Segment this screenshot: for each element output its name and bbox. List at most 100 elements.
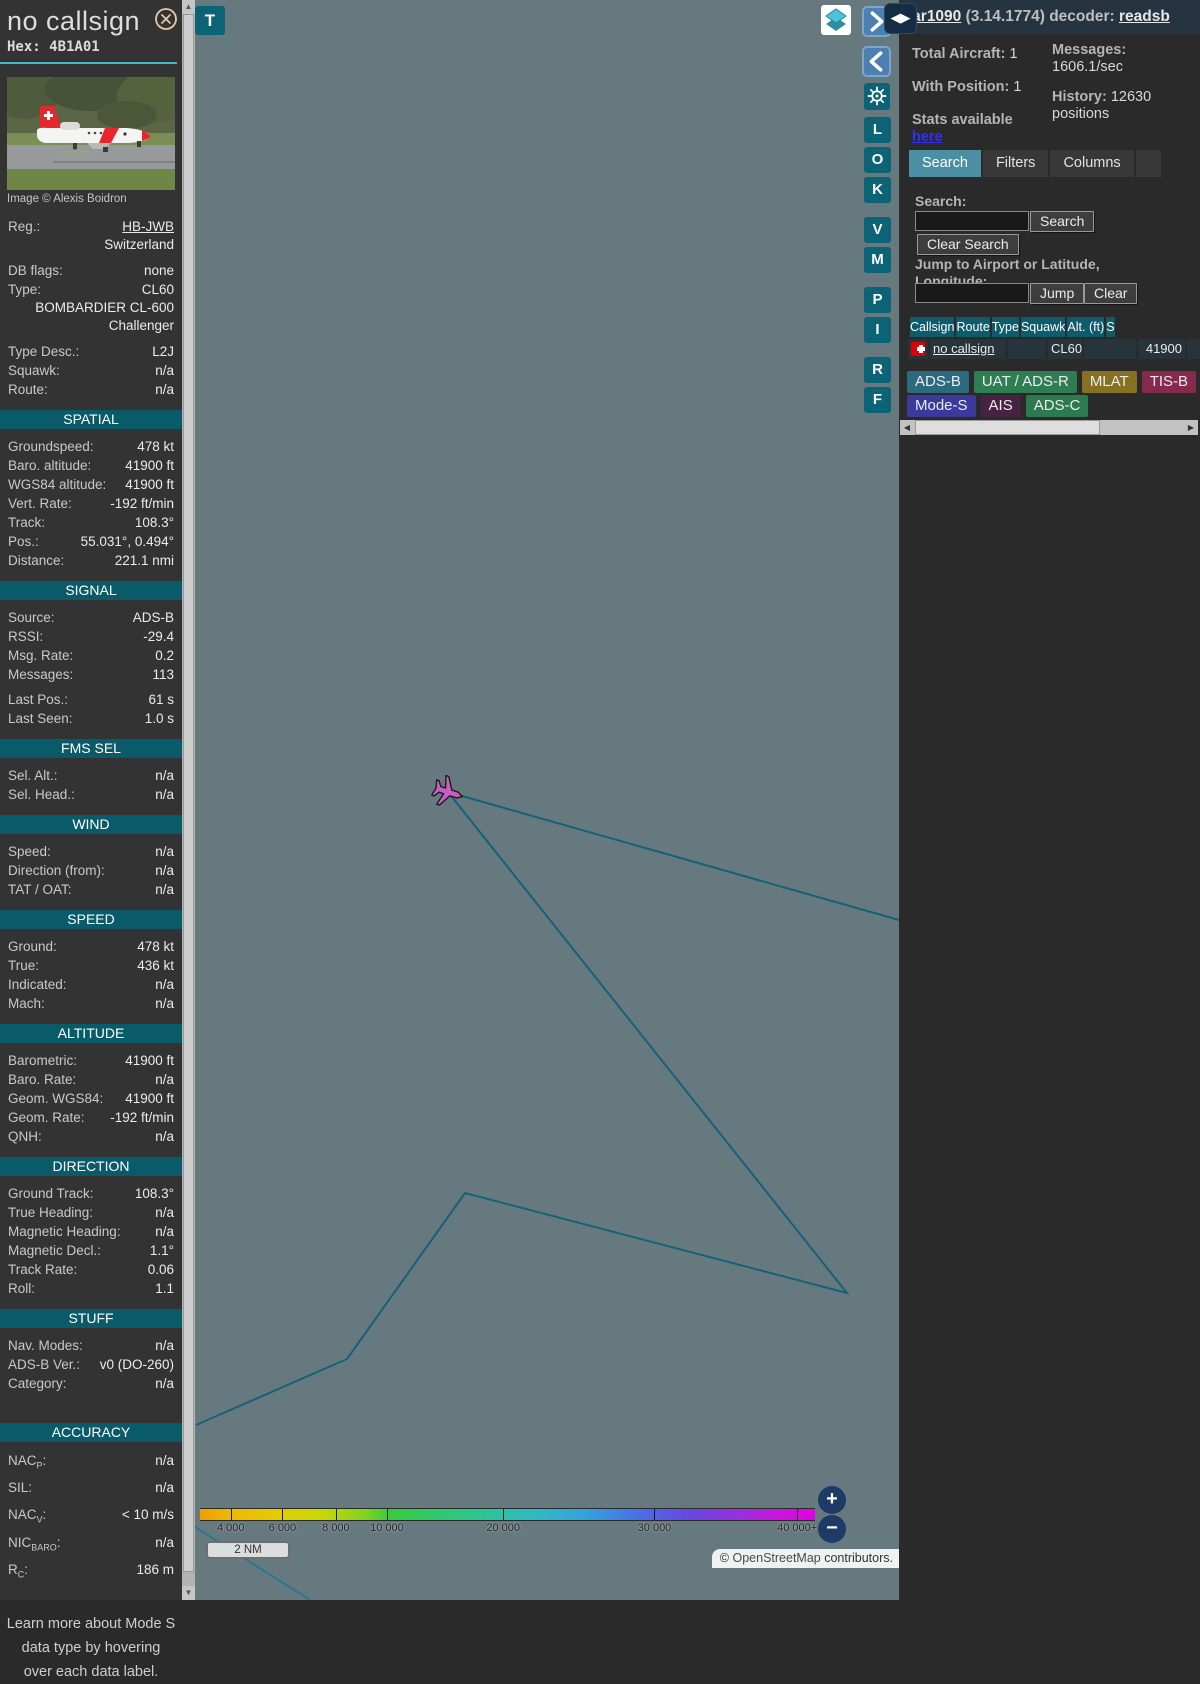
legend-tick xyxy=(387,1509,388,1520)
table-column-header[interactable]: Squawk xyxy=(1021,317,1065,337)
section-header: FMS SEL xyxy=(0,739,182,758)
source-filter-button[interactable]: ADS-C xyxy=(1026,395,1089,417)
altitude-cell: 41900 xyxy=(1138,339,1185,359)
collapse-panel-button[interactable] xyxy=(862,46,891,77)
map-shortcut-button[interactable]: P xyxy=(864,287,891,313)
data-row: NICBARO: n/a xyxy=(0,1532,182,1559)
map-shortcut-button[interactable]: L xyxy=(864,117,891,143)
map-shortcut-button[interactable]: T xyxy=(195,6,225,35)
search-input[interactable] xyxy=(915,211,1029,231)
scroll-down-icon[interactable]: ▼ xyxy=(182,1586,195,1600)
aircraft-photo[interactable] xyxy=(7,77,175,190)
clear-search-button[interactable]: Clear Search xyxy=(917,234,1019,255)
data-row: Nav. Modes:n/a xyxy=(0,1336,182,1355)
source-filter-button[interactable]: ADS-B xyxy=(907,371,969,393)
settings-button[interactable] xyxy=(864,83,890,110)
scroll-up-icon[interactable]: ▲ xyxy=(182,0,195,14)
source-filter-button[interactable]: TIS-B xyxy=(1142,371,1196,393)
data-row: Ground:478 kt xyxy=(0,937,182,956)
table-column-header[interactable]: Alt. (ft) xyxy=(1067,317,1104,337)
data-row: Messages:113 xyxy=(0,665,182,684)
scrollbar-thumb[interactable] xyxy=(915,420,1100,435)
data-row: NACV: < 10 m/s xyxy=(0,1504,182,1531)
panel-toggle-button[interactable]: ◀▶ xyxy=(884,3,917,34)
search-button[interactable]: Search xyxy=(1030,211,1094,232)
swiss-flag-icon xyxy=(911,342,925,356)
map-shortcut-button[interactable]: K xyxy=(864,177,891,203)
map[interactable]: U H T L O K V xyxy=(195,0,899,1600)
stats-here-link[interactable]: here xyxy=(912,129,943,145)
jump-input[interactable] xyxy=(915,283,1029,303)
scrollbar-thumb[interactable] xyxy=(183,14,194,1572)
map-shortcut-button[interactable]: R xyxy=(864,357,891,383)
jump-clear-button[interactable]: Clear xyxy=(1084,283,1137,304)
tab-filters[interactable]: Filters xyxy=(983,150,1050,177)
data-row: True Heading:n/a xyxy=(0,1203,182,1222)
map-shortcut-button[interactable]: M xyxy=(864,247,891,273)
source-filter-button[interactable]: Mode-S xyxy=(907,395,976,417)
data-row: Type Desc.:L2J xyxy=(0,342,182,361)
table-column-header[interactable]: Callsign xyxy=(910,317,954,337)
data-row: Route:n/a xyxy=(0,380,182,399)
map-shortcut-button[interactable]: F xyxy=(864,387,891,413)
table-column-header[interactable]: S xyxy=(1106,317,1114,337)
readsb-link[interactable]: readsb xyxy=(1119,8,1170,25)
section-header: WIND xyxy=(0,815,182,834)
data-row: Magnetic Decl.:1.1° xyxy=(0,1241,182,1260)
speed-cell xyxy=(1187,339,1200,359)
divider xyxy=(0,62,177,64)
data-row: Distance:221.1 nmi xyxy=(0,551,182,570)
data-row: Last Seen:1.0 s xyxy=(0,709,182,728)
map-shortcut-button[interactable]: V xyxy=(864,217,891,243)
table-row[interactable]: no callsign CL60 41900 xyxy=(908,339,1200,359)
osm-attribution-link[interactable]: OpenStreetMap xyxy=(732,1551,820,1565)
source-filter-button[interactable]: UAT / ADS-R xyxy=(974,371,1077,393)
stats-available: Stats availablehere xyxy=(912,112,1044,146)
table-column-header[interactable]: Route xyxy=(956,317,989,337)
type-long-line2: Challenger xyxy=(0,317,182,335)
source-filter-button[interactable]: MLAT xyxy=(1082,371,1137,393)
data-row: Geom. Rate:-192 ft/min xyxy=(0,1108,182,1127)
zoom-out-button[interactable]: − xyxy=(818,1515,846,1543)
map-scale: 2 NM xyxy=(206,1541,290,1559)
legend-tick-label: 4 000 xyxy=(217,1522,245,1534)
tab-search[interactable]: Search xyxy=(909,150,983,177)
data-row: Track Rate:0.06 xyxy=(0,1260,182,1279)
country-label: Switzerland xyxy=(0,236,182,254)
layers-button[interactable] xyxy=(821,5,851,35)
data-row: TAT / OAT:n/a xyxy=(0,880,182,899)
zoom-in-button[interactable]: + xyxy=(818,1486,846,1514)
data-row: Pos.:55.031°, 0.494° xyxy=(0,532,182,551)
map-shortcut-button[interactable]: O xyxy=(864,147,891,173)
legend-tick xyxy=(654,1509,655,1520)
section-header: SPEED xyxy=(0,910,182,929)
data-row: Category:n/a xyxy=(0,1374,182,1393)
close-icon[interactable] xyxy=(154,7,178,31)
app-title: tar1090 (3.14.1774) decoder: readsb xyxy=(907,8,1170,26)
legend-tick-label: 20 000 xyxy=(486,1522,520,1534)
scroll-right-icon[interactable]: ▶ xyxy=(1184,420,1198,435)
data-row: Barometric:41900 ft xyxy=(0,1051,182,1070)
map-shortcut-button[interactable]: I xyxy=(864,317,891,343)
route-cell xyxy=(1008,339,1046,359)
tab-columns[interactable]: Columns xyxy=(1050,150,1135,177)
scroll-left-icon[interactable]: ◀ xyxy=(900,420,914,435)
data-row: Sel. Alt.:n/a xyxy=(0,766,182,785)
section-header: ALTITUDE xyxy=(0,1024,182,1043)
data-row: Msg. Rate:0.2 xyxy=(0,646,182,665)
data-row: Indicated:n/a xyxy=(0,975,182,994)
callsign-link[interactable]: no callsign xyxy=(933,341,994,356)
photo-credit: Image © Alexis Boidron xyxy=(0,190,182,205)
legend-tick-label: 40 000+ xyxy=(777,1522,817,1534)
flag-cell xyxy=(908,339,928,359)
tab-filler xyxy=(1136,150,1161,177)
table-column-header[interactable]: Type xyxy=(992,317,1019,337)
sidebar-scrollbar[interactable]: ▲ ▼ xyxy=(182,0,195,1600)
section-header: STUFF xyxy=(0,1309,182,1328)
jump-button[interactable]: Jump xyxy=(1030,283,1084,304)
type-cell: CL60 xyxy=(1048,339,1082,359)
source-filter-button[interactable]: AIS xyxy=(981,395,1021,417)
aircraft-detail-sidebar: no callsign Hex: 4B1A01 xyxy=(0,0,182,1600)
table-horizontal-scrollbar[interactable]: ◀ ▶ xyxy=(900,420,1198,435)
registration-link[interactable]: HB-JWB xyxy=(122,219,174,234)
